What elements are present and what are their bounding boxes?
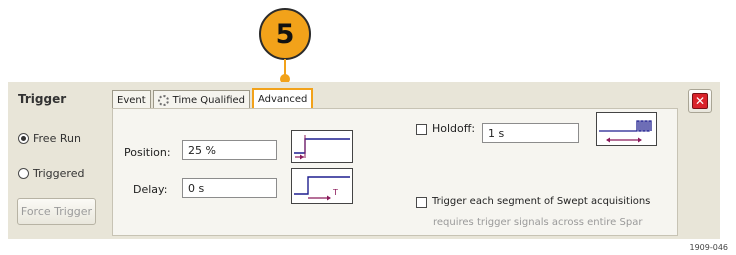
trigger-title: Trigger <box>18 92 67 106</box>
segment-checkbox[interactable] <box>416 197 427 208</box>
svg-text:T: T <box>332 188 338 197</box>
delay-label: Delay: <box>133 183 168 196</box>
holdoff-checkbox[interactable] <box>416 124 427 135</box>
free-run-radio-button[interactable] <box>18 133 29 144</box>
callout-number: 5 <box>275 18 295 50</box>
tab-advanced[interactable]: Advanced <box>252 88 314 109</box>
force-trigger-button[interactable]: Force Trigger <box>17 198 96 225</box>
tab-event-label: Event <box>117 94 146 106</box>
close-icon: ✕ <box>692 93 708 109</box>
delay-diagram-icon: T <box>291 168 353 204</box>
callout-badge: 5 <box>259 8 311 60</box>
holdoff-diagram-icon <box>596 112 657 146</box>
segment-label: Trigger each segment of Swept acquisitio… <box>432 196 651 207</box>
tab-time-qualified-label: Time Qualified <box>172 94 245 106</box>
figure-id: 1909-046 <box>689 243 728 252</box>
gear-icon <box>157 94 169 106</box>
holdoff-label: Holdoff: <box>432 122 476 135</box>
tab-time-qualified[interactable]: Time Qualified <box>152 90 250 109</box>
triggered-radio-button[interactable] <box>18 168 29 179</box>
position-diagram-icon <box>291 130 353 163</box>
free-run-radio[interactable]: Free Run <box>18 132 81 145</box>
holdoff-input[interactable]: 1 s <box>482 123 579 143</box>
tab-event[interactable]: Event <box>112 90 151 109</box>
free-run-label: Free Run <box>33 132 81 145</box>
close-button[interactable]: ✕ <box>688 89 712 113</box>
triggered-label: Triggered <box>33 167 85 180</box>
triggered-radio[interactable]: Triggered <box>18 167 84 180</box>
position-input[interactable]: 25 % <box>182 140 277 160</box>
trigger-panel: Trigger Free Run Triggered Force Trigger… <box>8 82 720 239</box>
tab-advanced-label: Advanced <box>258 94 308 105</box>
tab-bar: Event Time Qualified Advanced <box>112 87 315 109</box>
position-label: Position: <box>124 146 171 159</box>
advanced-tab-content: Position: 25 % Delay: 0 s T Holdoff: 1 s <box>112 108 678 236</box>
delay-input[interactable]: 0 s <box>182 178 277 198</box>
segment-note: requires trigger signals across entire S… <box>433 217 643 228</box>
